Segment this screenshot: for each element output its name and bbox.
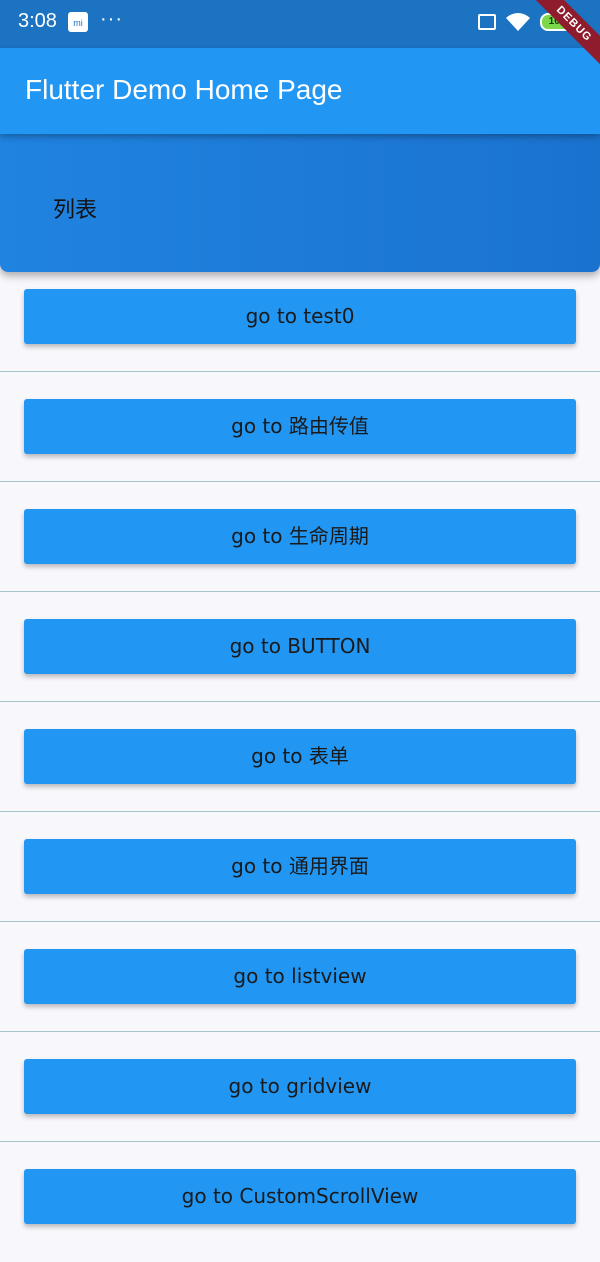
go-to-gridview-button[interactable]: go to gridview bbox=[24, 1059, 576, 1114]
wifi-icon bbox=[506, 13, 530, 31]
go-to-customscrollview-button[interactable]: go to CustomScrollView bbox=[24, 1169, 576, 1224]
list-item: go to 表单 bbox=[0, 712, 600, 822]
go-to-route-params-button[interactable]: go to 路由传值 bbox=[24, 399, 576, 454]
list-item: go to BUTTON bbox=[0, 602, 600, 712]
list-header-title: 列表 bbox=[53, 198, 98, 223]
divider bbox=[0, 921, 600, 922]
status-bar: 3:08 mi ··· 100 bbox=[0, 0, 600, 48]
divider bbox=[0, 481, 600, 482]
list-item: go to 通用界面 bbox=[0, 822, 600, 932]
status-time: 3:08 bbox=[18, 10, 57, 32]
list-item: go to test0 bbox=[0, 272, 600, 382]
list-header-card: 列表 bbox=[0, 134, 600, 272]
go-to-listview-button[interactable]: go to listview bbox=[24, 949, 576, 1004]
more-notifications-icon: ··· bbox=[100, 8, 123, 30]
go-to-lifecycle-button[interactable]: go to 生命周期 bbox=[24, 509, 576, 564]
divider bbox=[0, 591, 600, 592]
divider bbox=[0, 1141, 600, 1142]
divider bbox=[0, 701, 600, 702]
no-sim-icon bbox=[478, 14, 496, 30]
app-bar: Flutter Demo Home Page bbox=[0, 48, 600, 134]
go-to-form-button[interactable]: go to 表单 bbox=[24, 729, 576, 784]
list-item: go to CustomScrollView bbox=[0, 1152, 600, 1262]
list-item: go to 路由传值 bbox=[0, 382, 600, 492]
divider bbox=[0, 1031, 600, 1032]
list-item: go to listview bbox=[0, 932, 600, 1042]
list-item: go to gridview bbox=[0, 1042, 600, 1152]
list-item: go to 生命周期 bbox=[0, 492, 600, 602]
go-to-button-button[interactable]: go to BUTTON bbox=[24, 619, 576, 674]
go-to-test0-button[interactable]: go to test0 bbox=[24, 289, 576, 344]
page-title: Flutter Demo Home Page bbox=[25, 74, 343, 105]
go-to-common-ui-button[interactable]: go to 通用界面 bbox=[24, 839, 576, 894]
notification-app-icon: mi bbox=[68, 12, 88, 32]
divider bbox=[0, 811, 600, 812]
divider bbox=[0, 371, 600, 372]
